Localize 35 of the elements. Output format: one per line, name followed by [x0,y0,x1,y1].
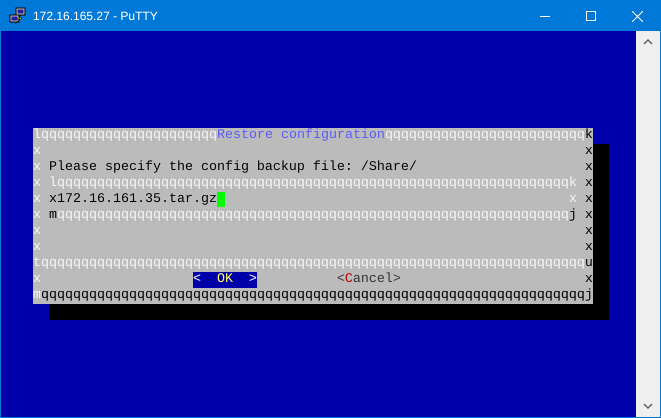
border-line: x [48,192,57,208]
border-line: qqqqqqqqqqqqqqqqqqqqqqqqqqqqqqqqqqqqqqqqqqqqqqqqqqqqqqqqqqqqqqqqqqqqj [41,288,593,304]
border-line: x [584,176,593,192]
dialog-button[interactable]: < OK > [192,272,257,288]
border-line: m [48,208,57,224]
dialog-title: Restore configuration [216,128,385,144]
border-line: x [584,272,593,288]
border-line: x [33,192,41,208]
border-line: x [584,144,593,160]
border-line: qqqqqqqqqqqqqqqqqqqqqqqqqqqqqqqqqqqqqqqqqqqqqqqqqqqqqqqqqqqqqqqq [56,208,569,224]
border-line: u [584,256,593,272]
border-line: x [584,160,593,176]
dialog-button[interactable]: <Cancel> [336,272,401,288]
border-line: x [568,192,577,208]
field-value[interactable]: 172.16.161.35.tar.gz [56,192,217,208]
border-line: x [33,144,41,160]
border-line: lqqqqqqqqqqqqqqqqqqqqqq [33,128,217,144]
border-line: x [33,272,41,288]
border-line: x [584,208,593,224]
window-title: 172.16.165.27 - PuTTY [33,9,159,23]
border-line: qqqqqqqqqqqqqqqqqqqqqqqqq [384,128,585,144]
border-line: m [33,288,41,304]
border-line: x [584,224,593,240]
border-line: tqqqqqqqqqqqqqqqqqqqqqqqqqqqqqqqqqqqqqqqqqqqqqqqqqqqqqqqqqqqqqqqqqqqq [33,256,585,272]
border-line: lqqqqqqqqqqqqqqqqqqqqqqqqqqqqqqqqqqqqqqqqqqqqqqqqqqqqqqqqqqqqqqqqk [48,176,577,192]
border-line: x [33,160,41,176]
border-line: x [584,240,593,256]
border-line: x [33,208,41,224]
border-line: x [33,224,41,240]
border-line: x [33,240,41,256]
prompt-text: Please specify the config backup file: /Share/ [48,160,417,176]
border-line: x [33,176,41,192]
border-line: k [584,128,593,144]
border-line: x [584,192,593,208]
border-line: j [568,208,577,224]
